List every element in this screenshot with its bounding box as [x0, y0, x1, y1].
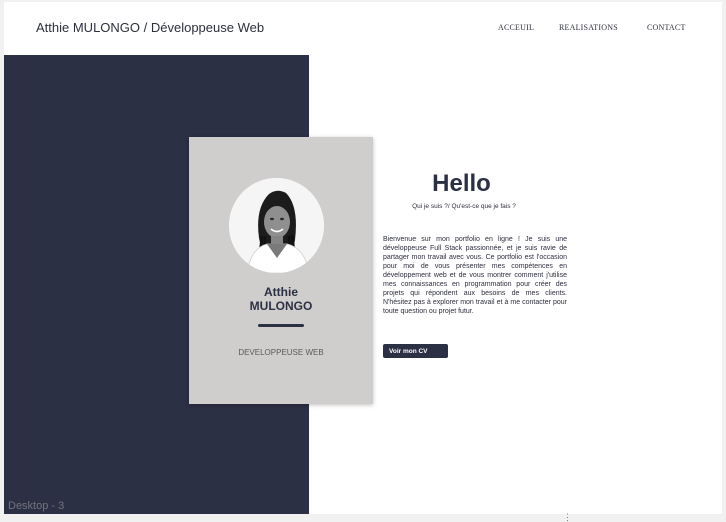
nav-link-accueil[interactable]: ACCEUIL	[498, 23, 534, 32]
frame-label: Desktop - 3	[8, 500, 65, 512]
profile-last-name: MULONGO	[249, 299, 313, 313]
profile-photo	[229, 178, 324, 273]
site-title: Atthie MULONGO / Développeuse Web	[36, 20, 265, 35]
header: Atthie MULONGO / Développeuse Web ACCEUI…	[4, 2, 722, 54]
intro-subtitle: Qui je suis ?/ Qu'est-ce que je fais ?	[412, 203, 516, 210]
profile-first-name: Atthie	[264, 285, 298, 299]
hello-heading: Hello	[432, 170, 491, 197]
divider-bar	[258, 324, 304, 327]
desktop-frame: Atthie MULONGO / Développeuse Web ACCEUI…	[4, 2, 722, 514]
profile-role: DEVELOPPEUSE WEB	[238, 348, 324, 357]
profile-card: Atthie MULONGO DEVELOPPEUSE WEB	[189, 137, 373, 404]
view-cv-button[interactable]: Voir mon CV	[383, 344, 448, 358]
bio-paragraph: Bienvenue sur mon portfolio en ligne ! J…	[383, 236, 567, 315]
nav-link-contact[interactable]: CONTACT	[647, 23, 686, 32]
nav-link-realisations[interactable]: REALISATIONS	[559, 23, 618, 32]
resize-handle-icon[interactable]: ⋮	[563, 513, 572, 522]
